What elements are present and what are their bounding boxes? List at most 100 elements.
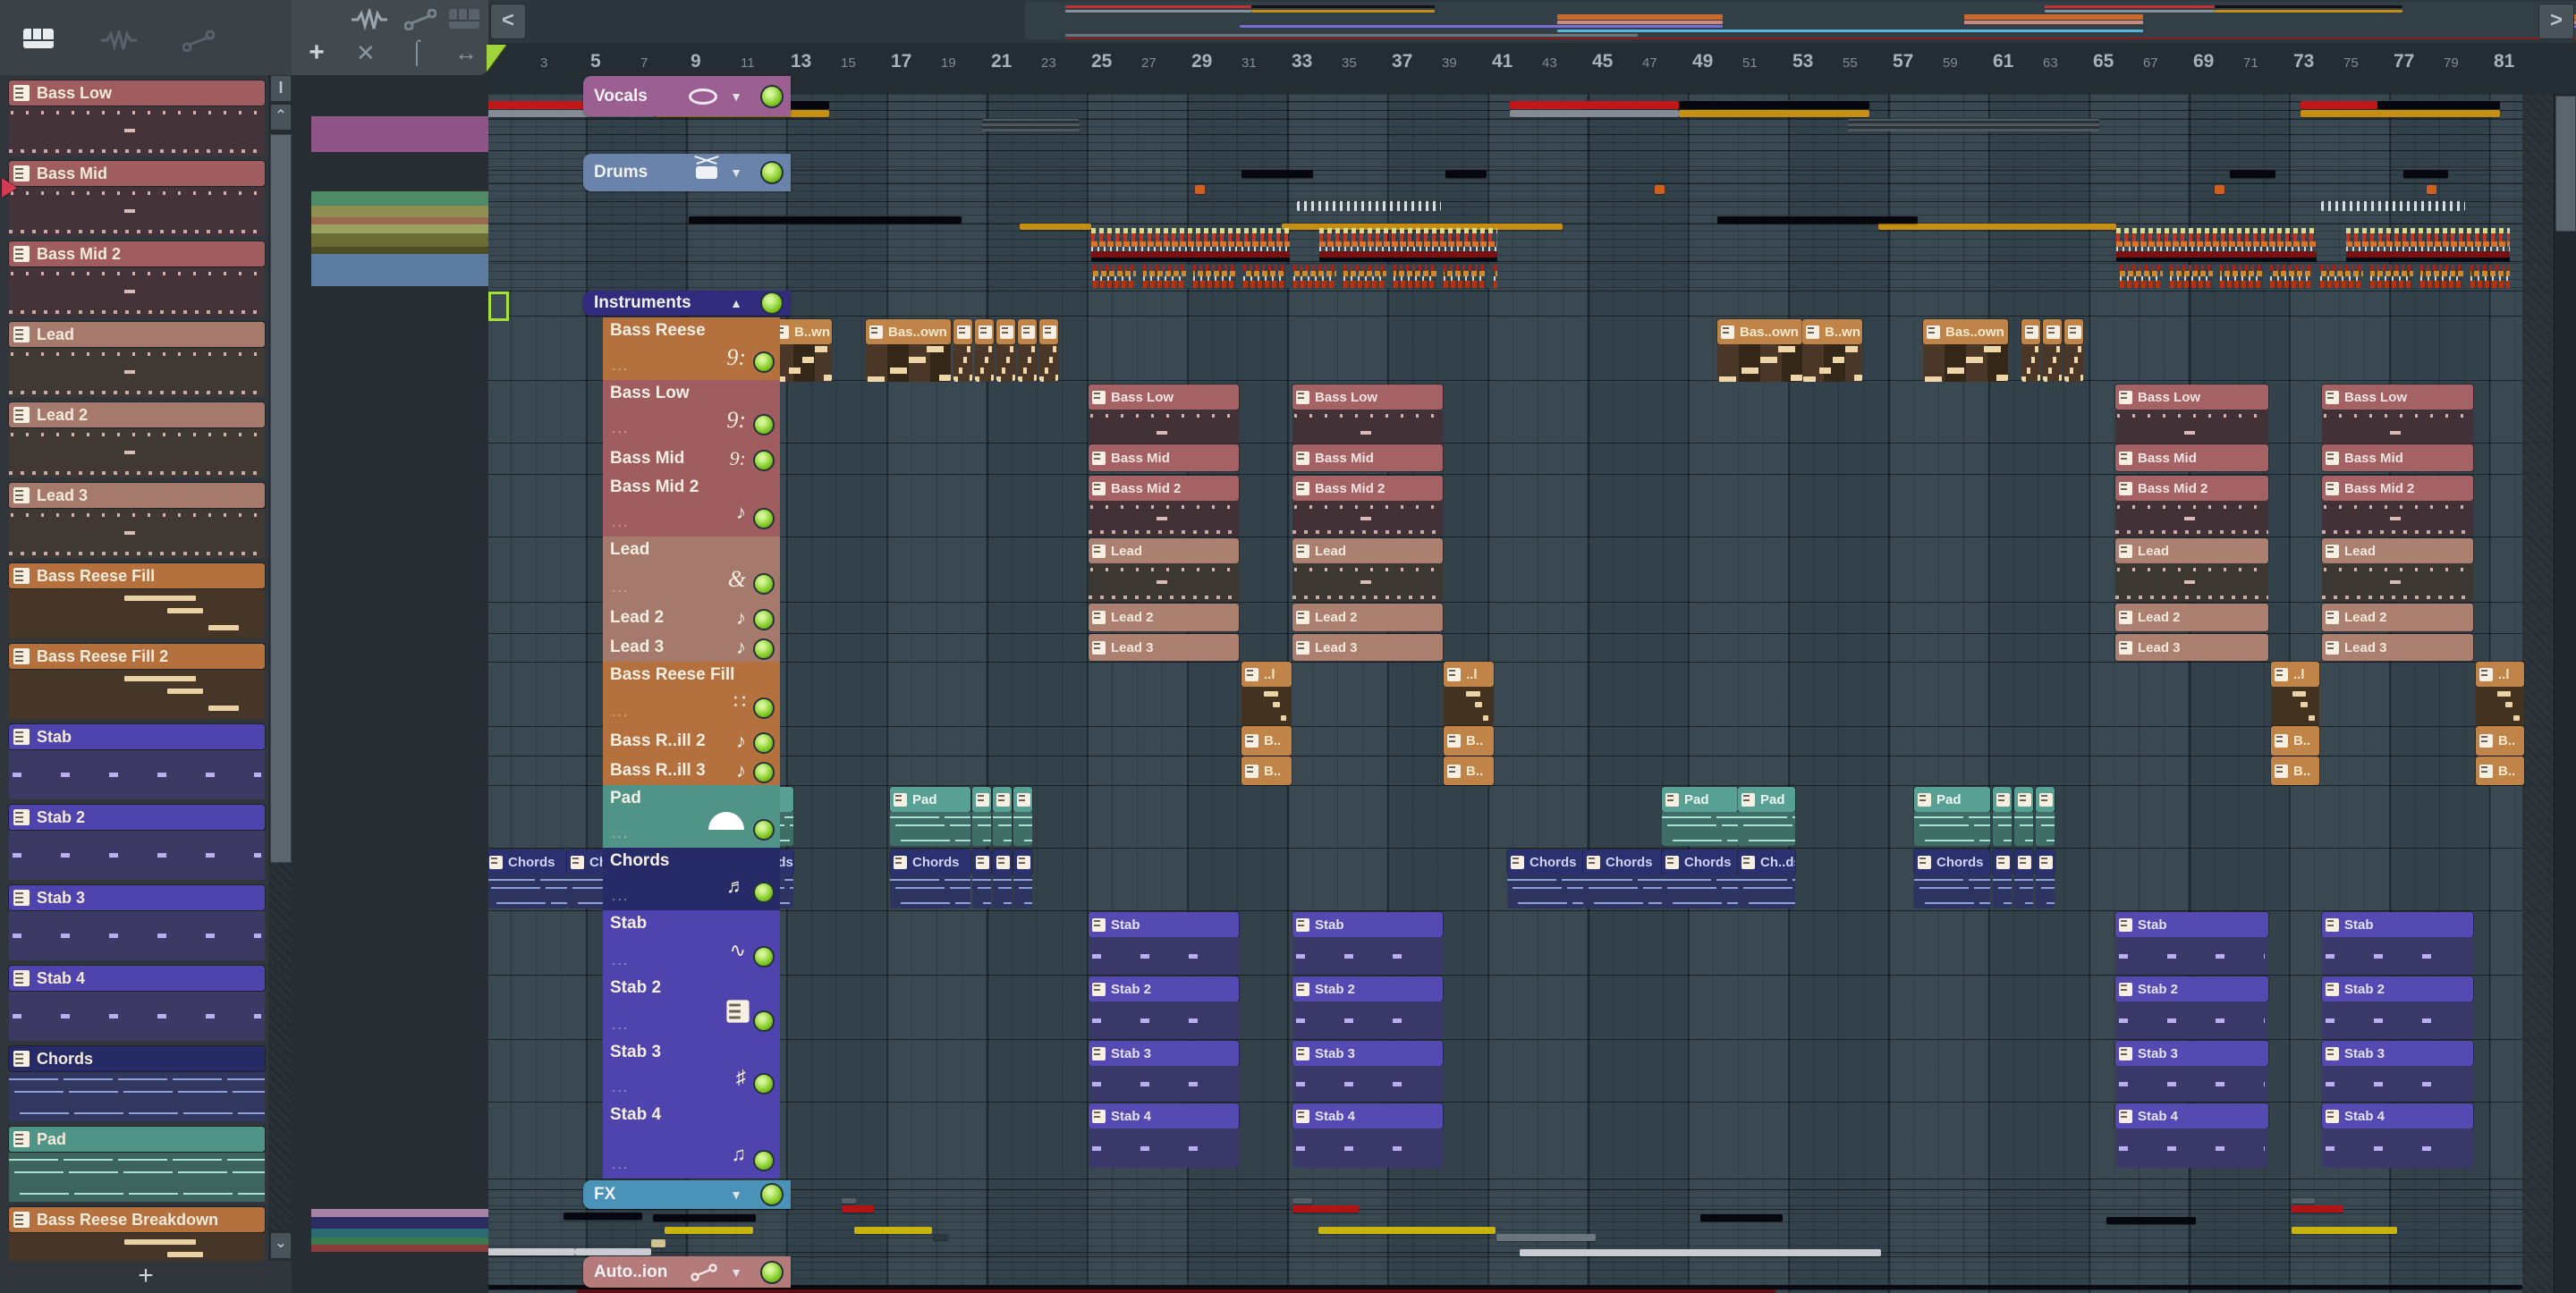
track-group-autoion[interactable]: Auto..ion ▼ [583,1256,791,1288]
drum-clip-black[interactable] [2403,170,2448,178]
track-lead2[interactable]: Lead 2 ♪ [603,602,780,633]
mute-led[interactable] [753,608,775,630]
clip-header[interactable]: Lead 3 [2322,634,2473,661]
clip-header[interactable] [996,319,1015,344]
perc-dot[interactable] [2427,185,2436,194]
clip-pad[interactable] [993,787,1012,846]
clip-header[interactable]: Lead [2322,538,2473,563]
minimap-overview[interactable] [1025,2,2576,39]
vocal-stripe-clip[interactable] [982,119,1080,131]
track-group-instruments[interactable]: Instruments ▲ [583,291,791,316]
track-focus-box[interactable] [488,292,509,321]
clip-header[interactable] [975,319,994,344]
clip-header[interactable]: Bass Low [1292,385,1443,410]
clip-bassmid2[interactable]: Bass Mid 2 [2115,476,2268,537]
automation-clip-gray[interactable] [488,1248,575,1255]
clip-header[interactable] [972,787,991,812]
clip-header[interactable]: Lead 2 [1292,604,1443,631]
clip-b[interactable]: B.. [1444,726,1494,756]
playhead-marker[interactable] [487,45,506,72]
clip-reese[interactable] [1018,319,1037,382]
clip-header[interactable]: Lead 2 [2115,604,2268,631]
vocal-clip-red[interactable] [1510,101,1679,109]
clip-header[interactable]: Stab [2322,912,2473,937]
drum-pattern-block[interactable] [2116,228,2317,262]
clip-header[interactable]: B.. [1444,726,1494,756]
clip-b[interactable]: B.. [2271,756,2319,785]
pattern-preview[interactable] [9,1072,265,1121]
clip-chords[interactable]: Chords [488,849,567,908]
automation-clip-black[interactable] [564,1213,642,1220]
add-pattern-button[interactable]: + [138,1263,154,1289]
clip-chords[interactable]: Chords [890,849,970,908]
pattern-header[interactable]: Stab 4 [9,966,265,991]
clip-stab2[interactable]: Stab 2 [2322,976,2473,1039]
pattern-preview[interactable] [9,106,265,156]
clip-header[interactable] [993,849,1012,875]
clip-header[interactable]: B.. [2271,756,2319,785]
automation-clip-grip[interactable] [2292,1198,2315,1204]
clip-header[interactable]: B.. [2271,726,2319,756]
clip-header[interactable]: Bass Mid 2 [2322,476,2473,501]
automation-clip-black[interactable] [1700,1214,1783,1221]
clip-chords[interactable] [993,849,1012,908]
clip-header[interactable]: ..l [2476,662,2524,687]
pattern-preview[interactable] [9,992,265,1041]
automation-clip-yellow[interactable] [854,1227,932,1234]
clip-l[interactable]: ..l [1241,662,1292,726]
clip-bassmid[interactable]: Bass Mid [1089,444,1239,471]
pattern-item-lead-2[interactable]: Lead 2 [9,402,265,477]
clip-header[interactable] [2036,849,2055,875]
clip-lead3[interactable]: Lead 3 [2322,634,2473,661]
clip-pad[interactable] [2014,787,2033,846]
clip-basown[interactable]: Bas..own [1717,319,1802,382]
automation-clip-dark[interactable] [933,1234,948,1240]
clip-header[interactable]: Chords [1507,849,1583,875]
clip-reese[interactable] [2043,319,2062,382]
clip-chords[interactable] [1013,849,1032,908]
clip-stab3[interactable]: Stab 3 [2115,1041,2268,1102]
clip-chords[interactable]: Chords [1583,849,1662,908]
clip-pad[interactable] [2036,787,2055,846]
clip-header[interactable]: Bass Mid [1292,444,1443,471]
clip-header[interactable] [2064,319,2083,344]
clip-reese[interactable] [2021,319,2040,382]
pattern-item-stab-4[interactable]: Stab 4 [9,966,265,1041]
clip-header[interactable]: Chords [1914,849,1990,875]
clip-stab2[interactable]: Stab 2 [1292,976,1443,1039]
drum-pattern-block[interactable] [2120,265,2510,288]
clip-header[interactable]: Stab [1292,912,1443,937]
automation-clip-gray[interactable] [575,1248,651,1255]
pattern-item-stab-2[interactable]: Stab 2 [9,805,265,880]
drum-clip-gold[interactable] [1020,224,1091,230]
mute-led[interactable] [753,1010,775,1032]
clip-header[interactable]: Lead [2115,538,2268,563]
clip-header[interactable]: Pad [1738,787,1795,812]
clip-lead2[interactable]: Lead 2 [2322,604,2473,631]
clip-header[interactable]: Stab 3 [1089,1041,1239,1066]
stretch-icon[interactable]: ↔ [454,41,478,64]
track-bassreese[interactable]: Bass Reese... 9: [603,317,780,380]
clip-header[interactable]: Bas..own [1923,319,2008,344]
clip-header[interactable]: Lead 2 [1089,604,1239,631]
pattern-scroll-down-button[interactable]: ⌄ [270,1232,292,1259]
pattern-item-lead[interactable]: Lead [9,322,265,397]
collapse-arrow-icon[interactable]: ▲ [730,296,742,310]
vocal-clip-gold[interactable] [1679,110,1869,117]
drum-clip-black[interactable] [1445,170,1487,178]
clip-header[interactable]: ..l [2271,662,2319,687]
clip-chords[interactable] [2014,849,2033,908]
drum-pattern-block[interactable] [1093,265,1497,288]
pattern-item-bass-reese-fill-2[interactable]: Bass Reese Fill 2 [9,644,265,719]
pattern-header[interactable]: Bass Mid 2 [9,241,265,266]
clip-header[interactable]: Stab 4 [2322,1103,2473,1128]
mute-led[interactable] [753,882,775,903]
clip-bassmid2[interactable]: Bass Mid 2 [2322,476,2473,537]
pattern-header[interactable]: Bass Reese Fill 2 [9,644,265,669]
track-options[interactable]: ... [612,515,629,531]
automation-icon[interactable] [182,30,215,52]
track-options[interactable]: ... [612,889,629,905]
automation-clip-red[interactable] [2292,1205,2343,1213]
clip-lead[interactable]: Lead [1292,538,1443,602]
clip-b[interactable]: B.. [2476,756,2524,785]
